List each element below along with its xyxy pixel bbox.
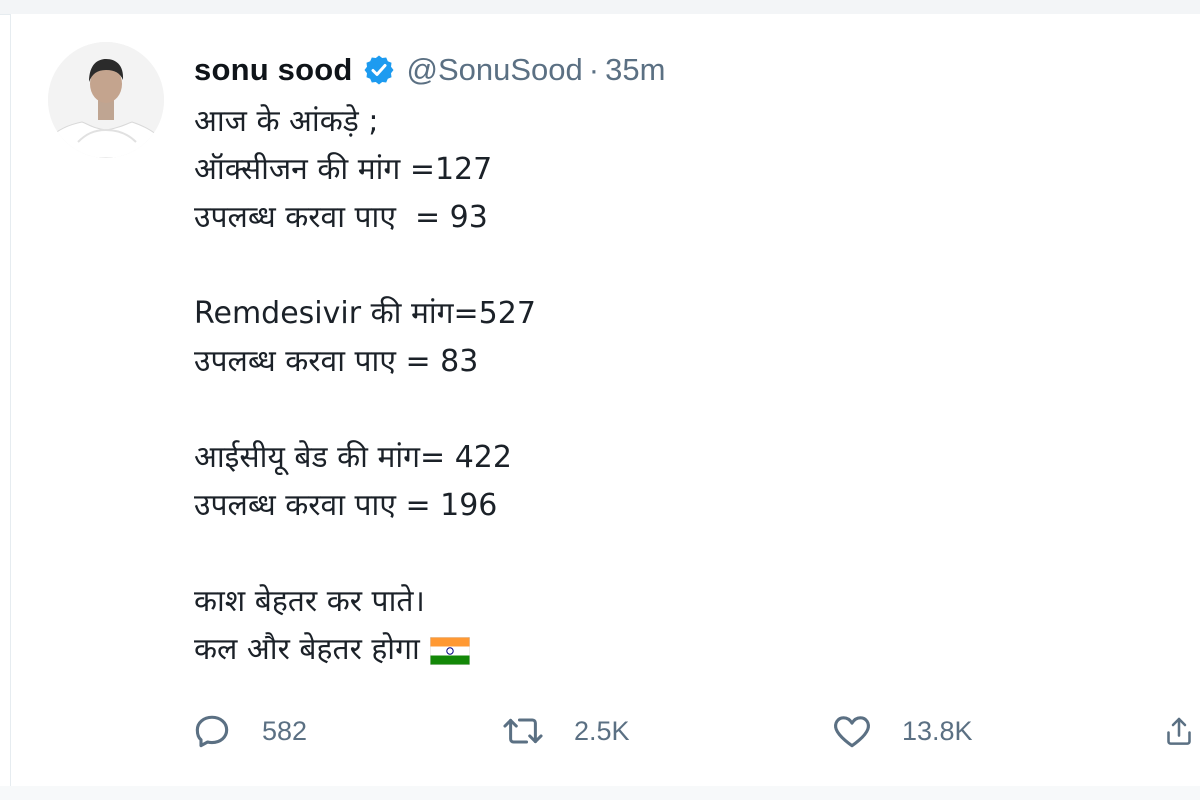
- tweet-header: sonu sood @SonuSood · 35m: [194, 50, 665, 90]
- like-button[interactable]: 13.8K: [830, 706, 973, 756]
- tweet-line: ऑक्सीजन की मांग =127: [194, 152, 493, 187]
- avatar-photo: [48, 42, 164, 158]
- tweet-screenshot: sonu sood @SonuSood · 35m आज के आंकड़े ;…: [0, 0, 1200, 800]
- tweet-text: आज के आंकड़े ; ऑक्सीजन की मांग =127 उपलब…: [194, 98, 1094, 674]
- india-flag-icon: [429, 632, 471, 666]
- tweet-line: आईसीयू बेड की मांग= 422: [194, 440, 512, 475]
- like-count: 13.8K: [902, 715, 973, 746]
- tweet-line-text: कल और बेहतर होगा: [194, 632, 420, 667]
- tweet-time[interactable]: 35m: [605, 52, 665, 88]
- tweet-line: उपलब्ध करवा पाए = 196: [194, 488, 498, 523]
- tweet-last-line: कल और बेहतर होगा: [194, 626, 1094, 674]
- bottom-divider: [0, 786, 1200, 800]
- user-avatar[interactable]: [48, 42, 164, 158]
- share-icon: [1164, 709, 1194, 753]
- tweet-line: Remdesivir की मांग=527: [194, 296, 536, 331]
- retweet-button[interactable]: 2.5K: [500, 706, 630, 756]
- verified-badge-icon: [363, 54, 395, 86]
- top-divider: [0, 0, 1200, 15]
- tweet-line: उपलब्ध करवा पाए = 93: [194, 200, 488, 235]
- heart-icon: [830, 709, 874, 753]
- tweet-line: काश बेहतर कर पाते।: [194, 584, 425, 619]
- retweet-icon: [500, 709, 546, 753]
- reply-icon: [190, 709, 234, 753]
- tweet-actions: 582 2.5K 13.8K: [190, 706, 1200, 756]
- retweet-count: 2.5K: [574, 715, 630, 746]
- user-handle[interactable]: @SonuSood: [407, 52, 583, 88]
- separator-dot: ·: [588, 52, 600, 87]
- reply-count: 582: [262, 715, 308, 746]
- tweet-line: आज के आंकड़े ;: [194, 104, 379, 139]
- share-button[interactable]: [1164, 706, 1194, 756]
- display-name[interactable]: sonu sood: [194, 52, 353, 88]
- reply-button[interactable]: 582: [190, 706, 307, 756]
- tweet-line: उपलब्ध करवा पाए = 83: [194, 344, 479, 379]
